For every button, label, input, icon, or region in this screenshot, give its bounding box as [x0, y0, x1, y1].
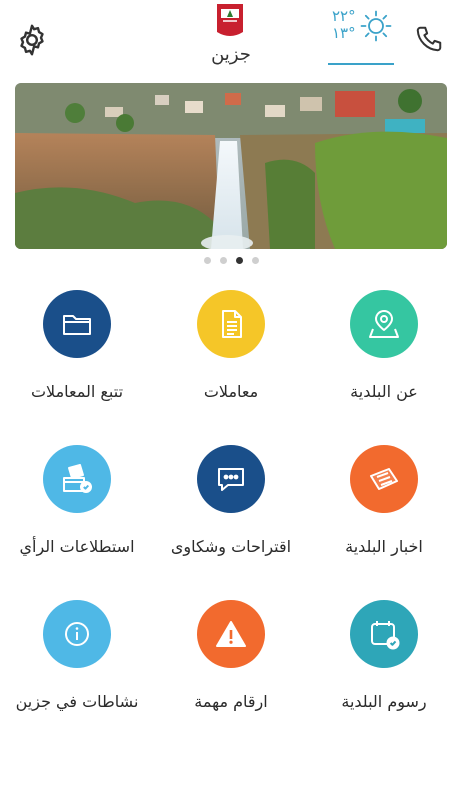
menu-item-activities[interactable]: نشاطات في جزين	[0, 600, 154, 750]
menu-item-polls[interactable]: استطلاعات الرأي	[0, 445, 154, 595]
app-header: جزين ٢٢° ١٣°	[0, 0, 462, 80]
menu-label-complaints: اقتراحات وشكاوى	[170, 537, 292, 556]
menu-item-fees[interactable]: رسوم البلدية	[307, 600, 461, 750]
menu-label-polls: استطلاعات الرأي	[19, 537, 135, 556]
ballot-box-icon	[43, 445, 111, 513]
carousel-dot-2[interactable]	[219, 257, 227, 264]
chat-bubble-icon	[197, 445, 265, 513]
weather-underline	[328, 63, 394, 65]
menu-label-numbers: ارقام مهمة	[194, 692, 268, 711]
municipality-logo	[215, 2, 245, 40]
banner-image[interactable]	[15, 83, 447, 249]
menu-label-fees: رسوم البلدية	[341, 692, 427, 711]
temp-low: ١٣°	[332, 24, 356, 42]
menu-item-track[interactable]: تتبع المعاملات	[0, 290, 154, 440]
document-icon	[197, 290, 265, 358]
info-icon	[43, 600, 111, 668]
folder-icon	[43, 290, 111, 358]
carousel-dot-4[interactable]	[251, 257, 259, 264]
newspaper-icon	[350, 445, 418, 513]
menu-item-numbers[interactable]: ارقام مهمة	[154, 600, 308, 750]
temp-high: ٢٢°	[332, 7, 356, 25]
carousel-dots	[0, 257, 462, 267]
sun-icon	[360, 10, 392, 42]
menu-item-complaints[interactable]: اقتراحات وشكاوى	[154, 445, 308, 595]
menu-label-transactions: معاملات	[203, 382, 259, 401]
menu-label-news: اخبار البلدية	[345, 537, 423, 556]
menu-item-transactions[interactable]: معاملات	[154, 290, 308, 440]
gear-icon[interactable]	[14, 22, 50, 58]
menu-label-track: تتبع المعاملات	[30, 382, 124, 401]
phone-icon[interactable]	[414, 24, 444, 54]
menu-item-news[interactable]: اخبار البلدية	[307, 445, 461, 595]
menu-item-about[interactable]: عن البلدية	[307, 290, 461, 440]
town-name: جزين	[211, 44, 251, 65]
calendar-check-icon	[350, 600, 418, 668]
carousel-dot-1[interactable]	[203, 257, 211, 264]
temperature-readout: ٢٢° ١٣°	[332, 8, 360, 42]
carousel-dot-3-active[interactable]	[235, 257, 243, 264]
menu-label-activities: نشاطات في جزين	[15, 692, 139, 711]
map-pin-icon	[350, 290, 418, 358]
menu-label-about: عن البلدية	[350, 382, 418, 401]
warning-icon	[197, 600, 265, 668]
